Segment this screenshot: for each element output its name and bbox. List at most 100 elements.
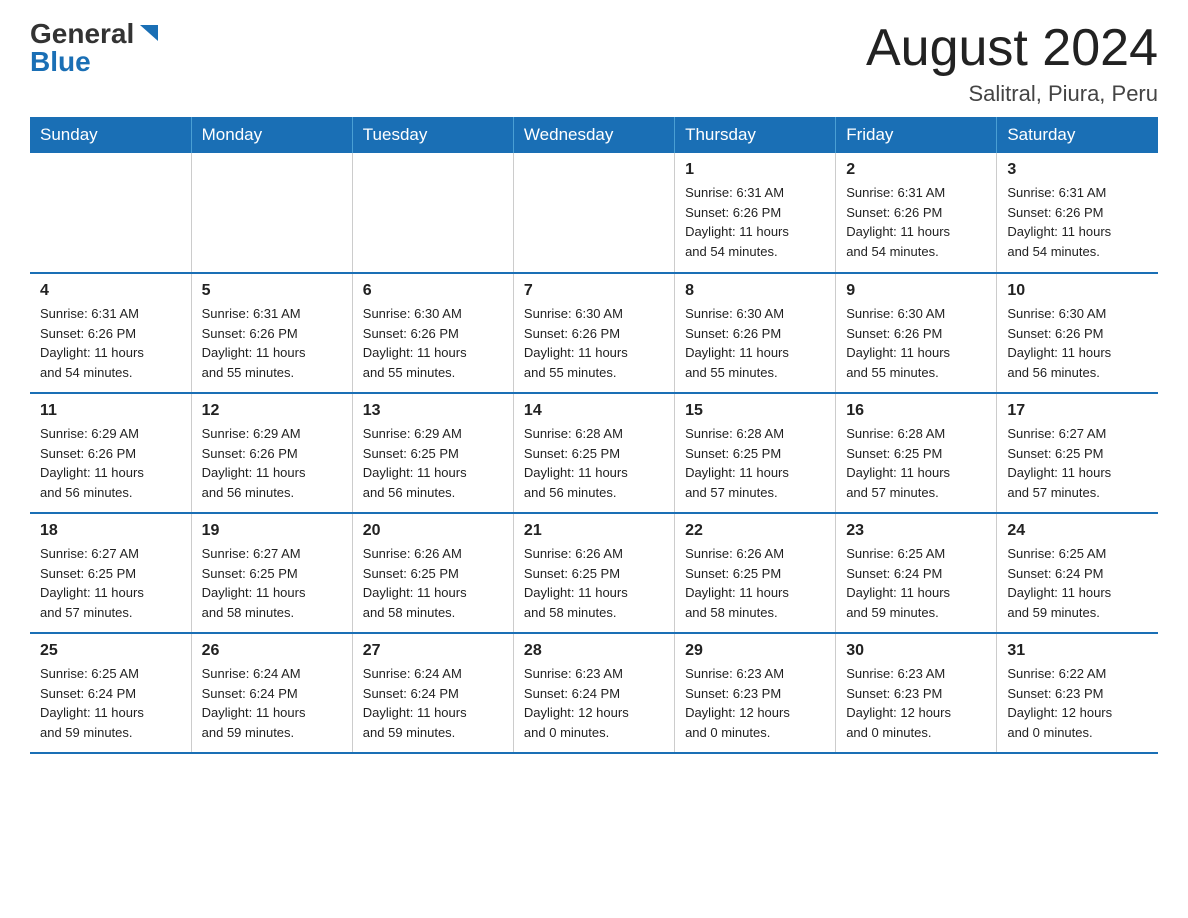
weekday-header-thursday: Thursday [675, 117, 836, 153]
day-info: Sunrise: 6:28 AM Sunset: 6:25 PM Dayligh… [524, 424, 664, 502]
day-cell [513, 153, 674, 273]
day-cell: 5Sunrise: 6:31 AM Sunset: 6:26 PM Daylig… [191, 273, 352, 393]
page-header: General Blue August 2024 Salitral, Piura… [30, 20, 1158, 107]
weekday-header-tuesday: Tuesday [352, 117, 513, 153]
day-cell: 15 Sunrise: 6:28 AM Sunset: 6:25 PM Dayli… [675, 393, 836, 513]
day-number: 27 [363, 642, 503, 660]
day-cell: 20 Sunrise: 6:26 AM Sunset: 6:25 PM Dayli… [352, 513, 513, 633]
day-info: Sunrise: 6:29 AM Sunset: 6:26 PM Dayligh… [202, 424, 342, 502]
day-cell: 2 Sunrise: 6:31 AM Sunset: 6:26 PM Daylig… [836, 153, 997, 273]
day-number: 2 [846, 161, 986, 179]
day-number: 13 [363, 402, 503, 420]
day-cell: 10Sunrise: 6:30 AM Sunset: 6:26 PM Dayli… [997, 273, 1158, 393]
day-cell [352, 153, 513, 273]
day-number: 29 [685, 642, 825, 660]
day-cell: 13 Sunrise: 6:29 AM Sunset: 6:25 PM Dayli… [352, 393, 513, 513]
month-title: August 2024 [866, 20, 1158, 77]
day-info: Sunrise: 6:30 AM Sunset: 6:26 PM Dayligh… [846, 304, 986, 382]
day-cell: 7Sunrise: 6:30 AM Sunset: 6:26 PM Daylig… [513, 273, 674, 393]
day-info: Sunrise: 6:31 AM Sunset: 6:26 PM Dayligh… [1007, 183, 1148, 261]
day-number: 14 [524, 402, 664, 420]
day-info: Sunrise: 6:25 AM Sunset: 6:24 PM Dayligh… [1007, 544, 1148, 622]
day-cell: 26Sunrise: 6:24 AM Sunset: 6:24 PM Dayli… [191, 633, 352, 753]
calendar-header: SundayMondayTuesdayWednesdayThursdayFrid… [30, 117, 1158, 153]
day-cell: 29Sunrise: 6:23 AM Sunset: 6:23 PM Dayli… [675, 633, 836, 753]
day-info: Sunrise: 6:23 AM Sunset: 6:24 PM Dayligh… [524, 664, 664, 742]
day-cell [30, 153, 191, 273]
day-info: Sunrise: 6:29 AM Sunset: 6:25 PM Dayligh… [363, 424, 503, 502]
weekday-header-friday: Friday [836, 117, 997, 153]
logo-blue-text: Blue [30, 48, 91, 76]
day-info: Sunrise: 6:31 AM Sunset: 6:26 PM Dayligh… [202, 304, 342, 382]
day-info: Sunrise: 6:30 AM Sunset: 6:26 PM Dayligh… [524, 304, 664, 382]
day-number: 26 [202, 642, 342, 660]
weekday-header-row: SundayMondayTuesdayWednesdayThursdayFrid… [30, 117, 1158, 153]
day-info: Sunrise: 6:28 AM Sunset: 6:25 PM Dayligh… [685, 424, 825, 502]
day-info: Sunrise: 6:27 AM Sunset: 6:25 PM Dayligh… [40, 544, 181, 622]
day-number: 3 [1007, 161, 1148, 179]
day-info: Sunrise: 6:26 AM Sunset: 6:25 PM Dayligh… [363, 544, 503, 622]
day-number: 11 [40, 402, 181, 420]
day-cell: 31 Sunrise: 6:22 AM Sunset: 6:23 PM Dayli… [997, 633, 1158, 753]
day-cell: 12 Sunrise: 6:29 AM Sunset: 6:26 PM Dayli… [191, 393, 352, 513]
day-cell: 30Sunrise: 6:23 AM Sunset: 6:23 PM Dayli… [836, 633, 997, 753]
day-number: 4 [40, 282, 181, 300]
day-cell: 21Sunrise: 6:26 AM Sunset: 6:25 PM Dayli… [513, 513, 674, 633]
day-number: 17 [1007, 402, 1148, 420]
day-info: Sunrise: 6:31 AM Sunset: 6:26 PM Dayligh… [685, 183, 825, 261]
day-cell: 8 Sunrise: 6:30 AM Sunset: 6:26 PM Daylig… [675, 273, 836, 393]
day-info: Sunrise: 6:22 AM Sunset: 6:23 PM Dayligh… [1007, 664, 1148, 742]
day-cell: 9 Sunrise: 6:30 AM Sunset: 6:26 PM Daylig… [836, 273, 997, 393]
calendar-body: 1 Sunrise: 6:31 AM Sunset: 6:26 PM Daylig… [30, 153, 1158, 753]
day-cell: 18Sunrise: 6:27 AM Sunset: 6:25 PM Dayli… [30, 513, 191, 633]
day-number: 10 [1007, 282, 1148, 300]
week-row-3: 11 Sunrise: 6:29 AM Sunset: 6:26 PM Dayli… [30, 393, 1158, 513]
day-number: 20 [363, 522, 503, 540]
day-number: 24 [1007, 522, 1148, 540]
day-cell: 14 Sunrise: 6:28 AM Sunset: 6:25 PM Dayli… [513, 393, 674, 513]
day-cell: 1 Sunrise: 6:31 AM Sunset: 6:26 PM Daylig… [675, 153, 836, 273]
day-info: Sunrise: 6:25 AM Sunset: 6:24 PM Dayligh… [40, 664, 181, 742]
day-number: 23 [846, 522, 986, 540]
day-number: 16 [846, 402, 986, 420]
day-number: 19 [202, 522, 342, 540]
week-row-4: 18Sunrise: 6:27 AM Sunset: 6:25 PM Dayli… [30, 513, 1158, 633]
day-info: Sunrise: 6:30 AM Sunset: 6:26 PM Dayligh… [685, 304, 825, 382]
day-number: 15 [685, 402, 825, 420]
day-cell: 25 Sunrise: 6:25 AM Sunset: 6:24 PM Dayli… [30, 633, 191, 753]
day-number: 12 [202, 402, 342, 420]
day-info: Sunrise: 6:31 AM Sunset: 6:26 PM Dayligh… [846, 183, 986, 261]
logo: General Blue [30, 20, 158, 76]
day-cell [191, 153, 352, 273]
day-info: Sunrise: 6:26 AM Sunset: 6:25 PM Dayligh… [524, 544, 664, 622]
logo-triangle-icon [136, 21, 158, 43]
weekday-header-sunday: Sunday [30, 117, 191, 153]
day-number: 22 [685, 522, 825, 540]
day-number: 6 [363, 282, 503, 300]
day-cell: 6 Sunrise: 6:30 AM Sunset: 6:26 PM Daylig… [352, 273, 513, 393]
weekday-header-saturday: Saturday [997, 117, 1158, 153]
day-info: Sunrise: 6:28 AM Sunset: 6:25 PM Dayligh… [846, 424, 986, 502]
day-number: 25 [40, 642, 181, 660]
day-number: 9 [846, 282, 986, 300]
weekday-header-wednesday: Wednesday [513, 117, 674, 153]
day-info: Sunrise: 6:25 AM Sunset: 6:24 PM Dayligh… [846, 544, 986, 622]
day-number: 1 [685, 161, 825, 179]
day-info: Sunrise: 6:23 AM Sunset: 6:23 PM Dayligh… [846, 664, 986, 742]
week-row-5: 25 Sunrise: 6:25 AM Sunset: 6:24 PM Dayli… [30, 633, 1158, 753]
day-cell: 4 Sunrise: 6:31 AM Sunset: 6:26 PM Daylig… [30, 273, 191, 393]
day-number: 8 [685, 282, 825, 300]
day-info: Sunrise: 6:27 AM Sunset: 6:25 PM Dayligh… [202, 544, 342, 622]
day-info: Sunrise: 6:26 AM Sunset: 6:25 PM Dayligh… [685, 544, 825, 622]
day-cell: 22 Sunrise: 6:26 AM Sunset: 6:25 PM Dayli… [675, 513, 836, 633]
week-row-1: 1 Sunrise: 6:31 AM Sunset: 6:26 PM Daylig… [30, 153, 1158, 273]
day-info: Sunrise: 6:30 AM Sunset: 6:26 PM Dayligh… [363, 304, 503, 382]
day-cell: 19 Sunrise: 6:27 AM Sunset: 6:25 PM Dayli… [191, 513, 352, 633]
day-number: 31 [1007, 642, 1148, 660]
day-info: Sunrise: 6:31 AM Sunset: 6:26 PM Dayligh… [40, 304, 181, 382]
day-cell: 27 Sunrise: 6:24 AM Sunset: 6:24 PM Dayli… [352, 633, 513, 753]
week-row-2: 4 Sunrise: 6:31 AM Sunset: 6:26 PM Daylig… [30, 273, 1158, 393]
day-cell: 28Sunrise: 6:23 AM Sunset: 6:24 PM Dayli… [513, 633, 674, 753]
location-text: Salitral, Piura, Peru [866, 81, 1158, 107]
day-info: Sunrise: 6:24 AM Sunset: 6:24 PM Dayligh… [363, 664, 503, 742]
